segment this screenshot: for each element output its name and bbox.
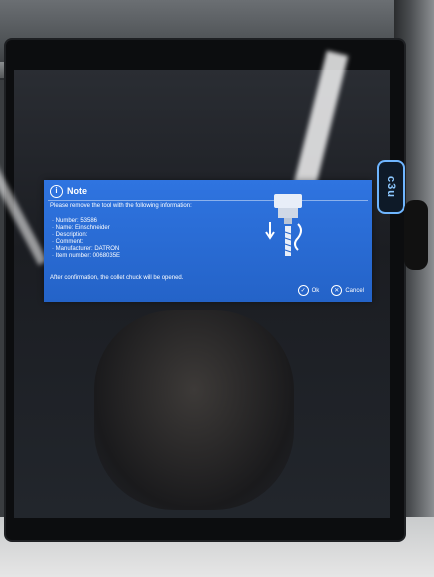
cancel-button[interactable]: ✕ Cancel: [331, 285, 364, 296]
detail-comment: · Comment:: [52, 239, 84, 245]
dialog-title: Note: [67, 186, 87, 196]
dialog-header: i Note: [50, 184, 87, 198]
detail-manufacturer: · Manufacturer: DATRON: [52, 246, 120, 252]
confirmation-note: After confirmation, the collet chuck wil…: [50, 275, 184, 281]
detail-item-number: · Item number: 0068035E: [52, 253, 121, 259]
monitor-logo: c3u: [385, 176, 397, 198]
tool-removal-illustration: [265, 194, 302, 256]
detail-description: · Description:: [52, 232, 88, 238]
tool-details: · Number: 53586 · Name: Einschneider · D…: [52, 218, 120, 260]
dialog-divider: [48, 200, 368, 201]
ok-button[interactable]: ✓ Ok: [297, 285, 320, 296]
monitor-logo-badge: c3u: [377, 160, 405, 214]
monitor-mount-arm: [404, 200, 428, 270]
cancel-label: Cancel: [345, 287, 364, 294]
detail-number: · Number: 53586: [52, 218, 98, 224]
detail-name: · Name: Einschneider: [52, 225, 110, 231]
info-icon: i: [50, 184, 63, 198]
close-circle-icon: ✕: [331, 285, 343, 296]
dialog-buttons: ✓ Ok ✕ Cancel: [297, 285, 364, 296]
check-circle-icon: ✓: [297, 285, 309, 296]
ok-label: Ok: [311, 287, 320, 294]
screen-reflection: [94, 310, 294, 510]
dialog-message: Please remove the tool with the followin…: [50, 203, 192, 209]
note-dialog: i Note Please remove the tool with the f…: [44, 180, 372, 302]
